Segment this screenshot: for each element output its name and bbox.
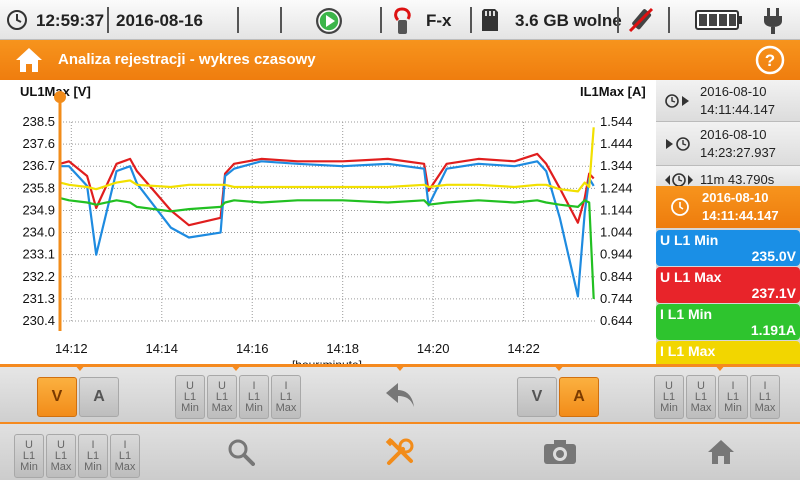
- end-cursor-icon: [666, 137, 690, 151]
- svg-text:?: ?: [765, 51, 775, 70]
- status-date: 2016-08-16: [116, 11, 203, 30]
- y-right-tick-label: 0.944: [600, 247, 633, 262]
- page-title: Analiza rejestracji - wykres czasowy: [58, 51, 316, 68]
- cursor-time-box: 2016-08-10 14:11:44.147: [656, 186, 800, 228]
- duration: 11m 43.790s: [700, 172, 775, 187]
- start-cursor-icon: [665, 94, 689, 108]
- cursor-time: 14:11:44.147: [702, 208, 779, 223]
- x-tick-label: 14:16: [236, 341, 269, 356]
- status-bar: 12:59:37 2016-08-16 F-x 3.6 GB wolne: [0, 0, 800, 40]
- y-right-tick-label: 0.744: [600, 291, 633, 306]
- help-icon[interactable]: ?: [755, 45, 785, 75]
- y-left-tick-label: 232.2: [22, 269, 55, 284]
- back-arrow-icon[interactable]: [384, 381, 416, 409]
- end-date: 2016-08-10: [700, 127, 767, 142]
- measurement-u-min: U L1 Min 235.0V: [656, 230, 800, 266]
- y-left-tick-label: 238.5: [22, 114, 55, 129]
- x-tick-label: 14:18: [326, 341, 359, 356]
- zoom-icon[interactable]: [227, 438, 255, 466]
- y-left-tick-label: 236.7: [22, 158, 55, 173]
- left-param-u-l1-min-button[interactable]: U L1 Min: [175, 375, 205, 419]
- y-left-tick-label: 237.6: [22, 136, 55, 151]
- home-icon[interactable]: [14, 46, 44, 74]
- camera-icon[interactable]: [543, 439, 577, 465]
- chart-area: UL1Max [V] IL1Max [A] 238.5 237.6 236.7 235…: [0, 80, 656, 364]
- clamp-label: F-x: [426, 11, 452, 30]
- y-left-tick-label: 230.4: [22, 313, 55, 328]
- sd-card-icon: [482, 9, 498, 31]
- start-time-box: 2016-08-10 14:11:44.147: [656, 80, 800, 122]
- start-time: 14:11:44.147: [700, 102, 775, 117]
- y-right-tick-label: 1.444: [600, 136, 633, 151]
- storage-free: 3.6 GB wolne: [515, 11, 622, 30]
- left-axis-unit-a-button[interactable]: A: [79, 377, 119, 417]
- y-right-tick-label: 0.644: [600, 313, 633, 328]
- right-axis-unit-v-button[interactable]: V: [517, 377, 557, 417]
- measurement-u-max: U L1 Max 237.1V: [656, 267, 800, 303]
- param-i-l1-min-button[interactable]: I L1 Min: [78, 434, 108, 478]
- y-right-tick-label: 0.844: [600, 269, 633, 284]
- y-left-tick-label: 231.3: [22, 291, 55, 306]
- left-param-u-l1-max-button[interactable]: U L1 Max: [207, 375, 237, 419]
- left-param-i-l1-max-button[interactable]: I L1 Max: [271, 375, 301, 419]
- y-right-tick-label: 1.544: [600, 114, 633, 129]
- y-left-tick-label: 235.8: [22, 180, 55, 195]
- end-time-box: 2016-08-10 14:23:27.937: [656, 122, 800, 166]
- toolbar-bottom: U L1 Min U L1 Max I L1 Min I L1 Max: [0, 422, 800, 480]
- clamp-icon: [394, 7, 411, 34]
- series-line-i-l1-min: [59, 197, 595, 299]
- y-right-tick-label: 1.144: [600, 202, 633, 217]
- y-right-tick-label: 1.344: [600, 158, 633, 173]
- right-param-i-l1-max-button[interactable]: I L1 Max: [750, 375, 780, 419]
- cursor-clock-icon: [671, 198, 689, 216]
- y-right-tick-label: 1.244: [600, 180, 633, 195]
- x-tick-label: 14:20: [417, 341, 450, 356]
- x-tick-label: 14:22: [507, 341, 540, 356]
- clock-icon: [7, 10, 27, 30]
- cursor-date: 2016-08-10: [702, 190, 769, 205]
- y-left-tick-label: 233.1: [22, 247, 55, 262]
- left-param-i-l1-min-button[interactable]: I L1 Min: [239, 375, 269, 419]
- time-chart[interactable]: 238.5 237.6 236.7 235.8 234.9 234.0 233.1 232.2…: [0, 80, 656, 364]
- param-i-l1-max-button[interactable]: I L1 Max: [110, 434, 140, 478]
- x-tick-label: 14:12: [55, 341, 88, 356]
- info-panel: 2016-08-10 14:11:44.147 2016-08-10 14:23…: [656, 80, 800, 364]
- status-time: 12:59:37: [36, 11, 105, 30]
- series-line-u-l1-min: [60, 160, 595, 298]
- x-tick-label: 14:14: [145, 341, 178, 356]
- param-u-l1-max-button[interactable]: U L1 Max: [46, 434, 76, 478]
- left-axis-unit-v-button[interactable]: V: [37, 377, 77, 417]
- right-param-u-l1-min-button[interactable]: U L1 Min: [654, 375, 684, 419]
- usb-disabled-icon: [628, 7, 654, 33]
- right-param-u-l1-max-button[interactable]: U L1 Max: [686, 375, 716, 419]
- play-icon[interactable]: [315, 7, 343, 35]
- y-left-tick-label: 234.0: [22, 225, 55, 240]
- right-param-i-l1-min-button[interactable]: I L1 Min: [718, 375, 748, 419]
- toolbar-top: V A U L1 Min U L1 Max I L1 Min I L1 Max …: [0, 364, 800, 422]
- cursor-handle[interactable]: [54, 91, 66, 103]
- battery-icon: [695, 10, 742, 30]
- series-line-i-l1-max: [59, 127, 595, 193]
- measurement-i-max: I L1 Max: [656, 341, 800, 364]
- app-screen: 12:59:37 2016-08-16 F-x 3.6 GB wolne Ana…: [0, 0, 800, 480]
- title-bar: Analiza rejestracji - wykres czasowy ?: [0, 40, 800, 80]
- param-u-l1-min-button[interactable]: U L1 Min: [14, 434, 44, 478]
- measurement-i-min: I L1 Min 1.191A: [656, 304, 800, 340]
- y-right-tick-label: 1.044: [600, 225, 633, 240]
- settings-tools-icon[interactable]: [385, 437, 415, 467]
- right-axis-unit-a-button[interactable]: A: [559, 377, 599, 417]
- plug-icon: [764, 8, 782, 34]
- home-bottom-icon[interactable]: [706, 438, 736, 466]
- start-date: 2016-08-10: [700, 84, 767, 99]
- end-time: 14:23:27.937: [700, 145, 776, 160]
- y-left-tick-label: 234.9: [22, 202, 55, 217]
